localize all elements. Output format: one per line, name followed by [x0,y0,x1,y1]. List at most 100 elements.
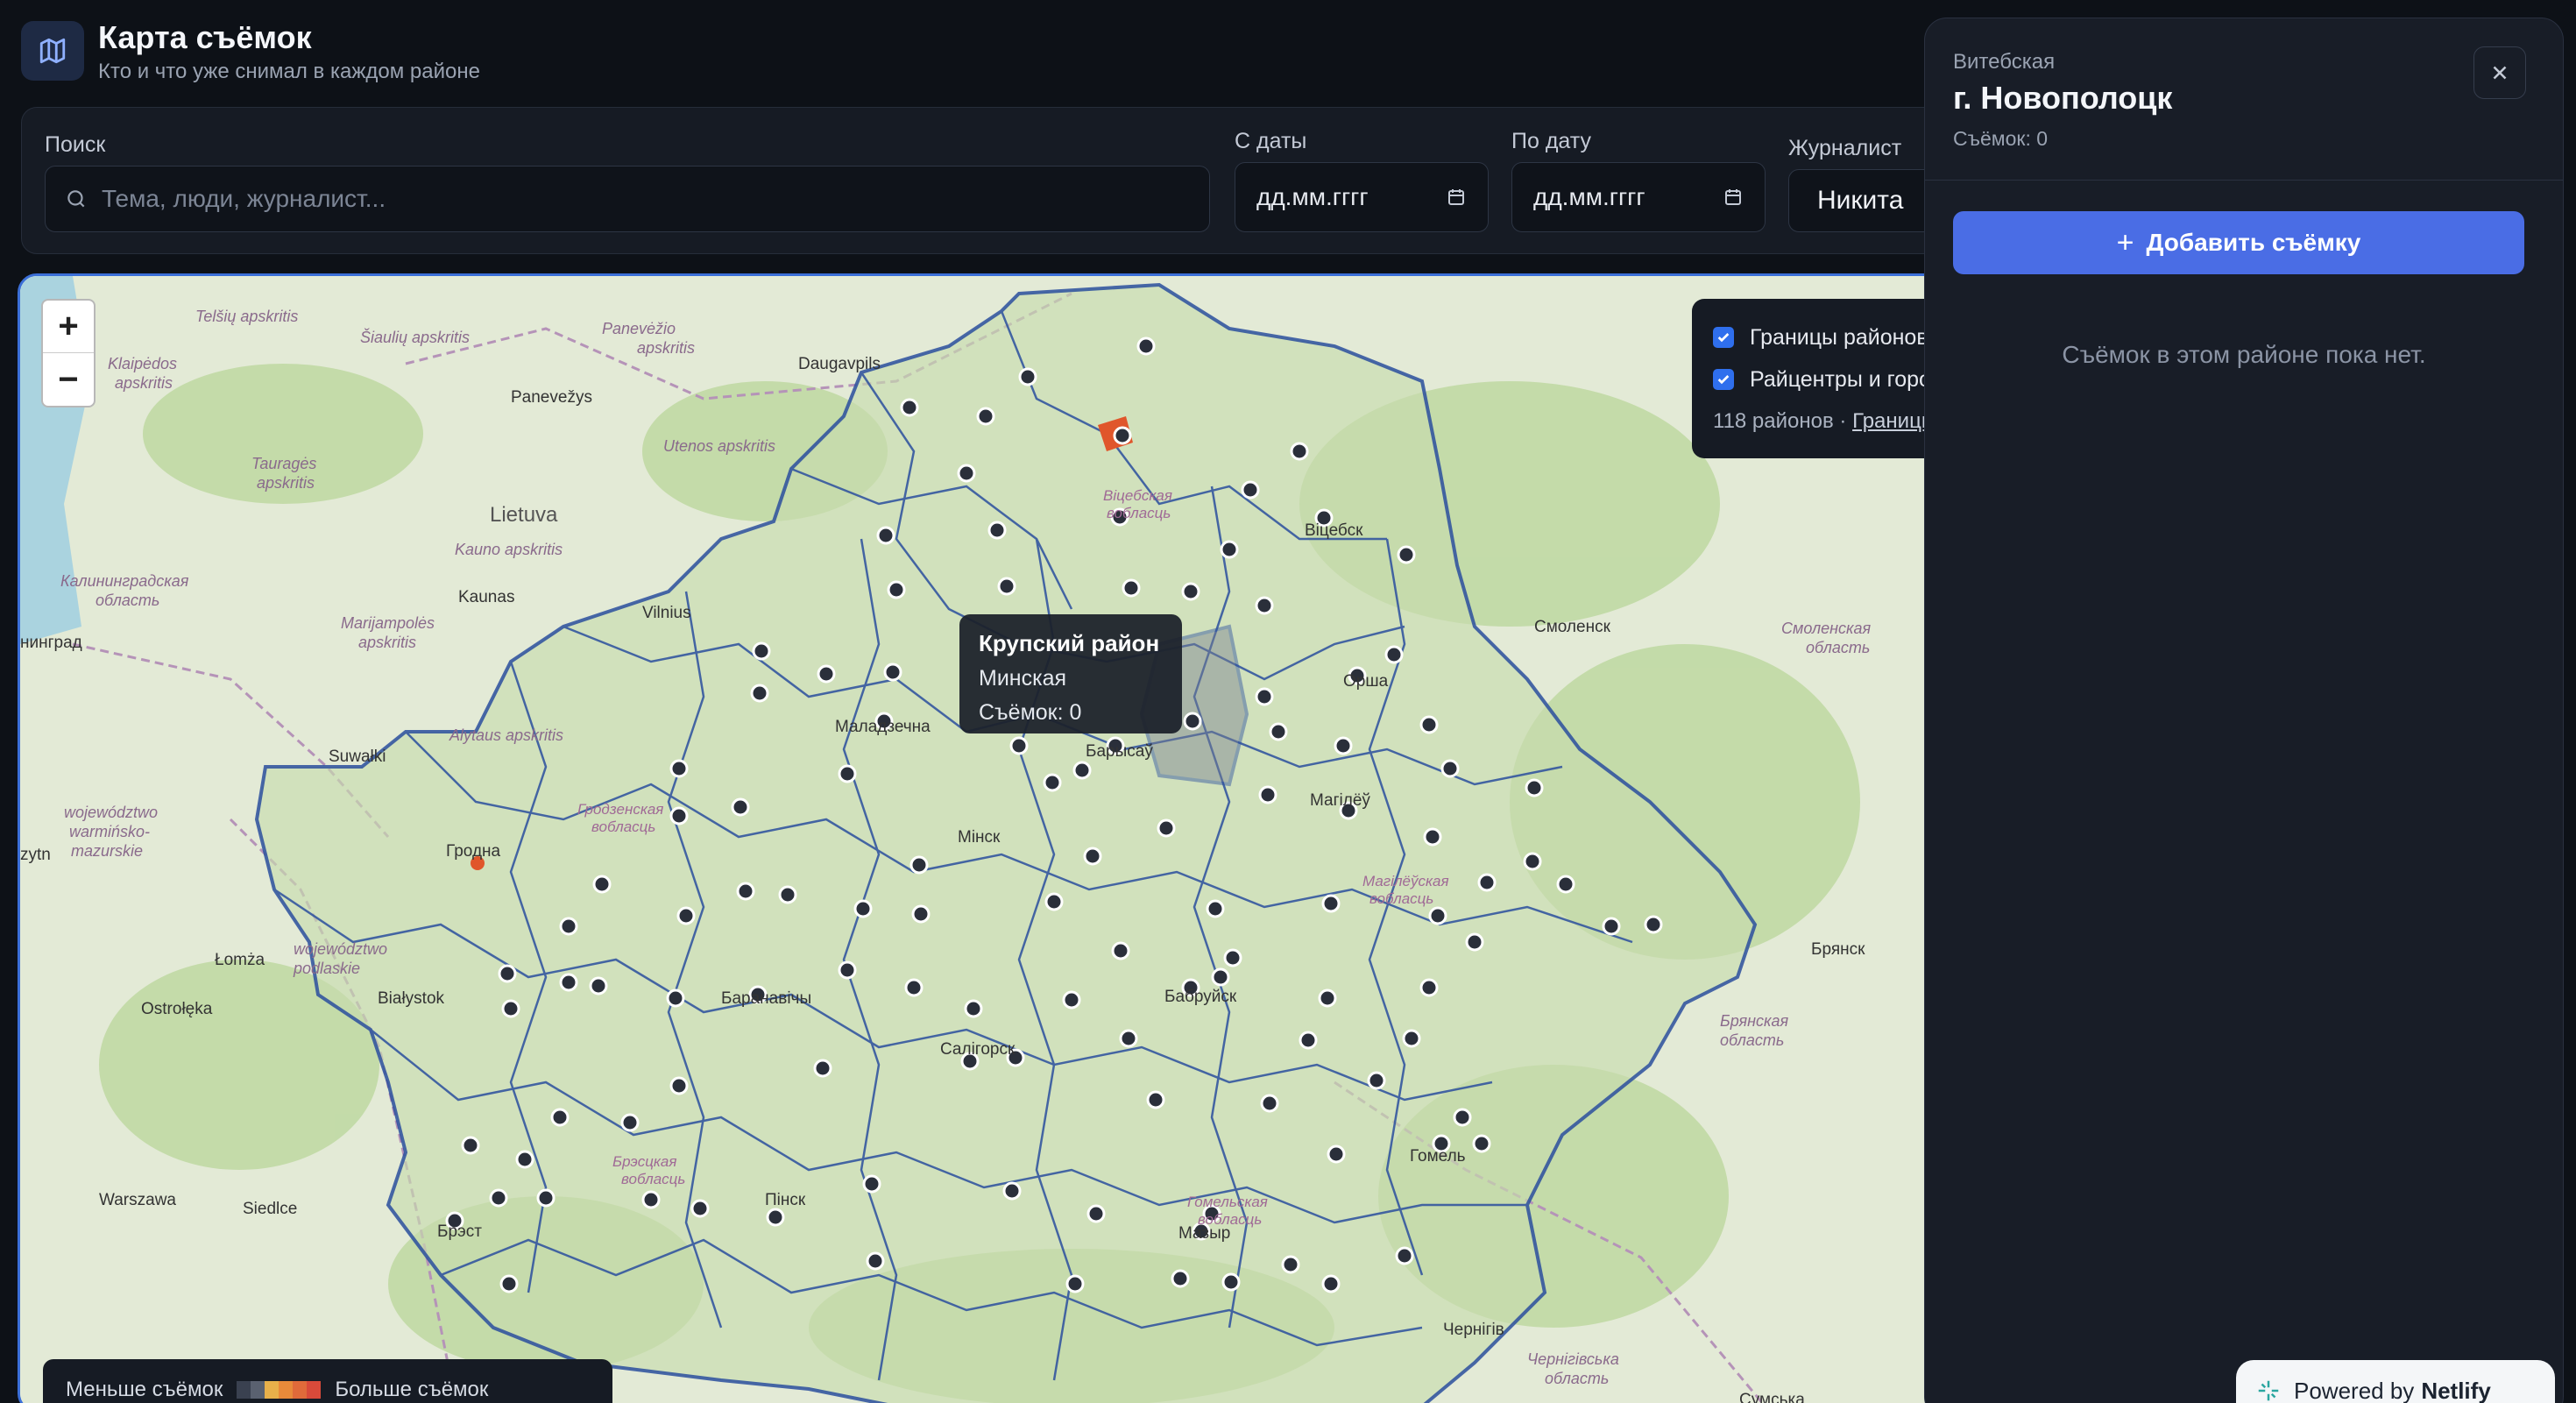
svg-text:Брэст: Брэст [437,1222,482,1241]
svg-text:Lietuva: Lietuva [490,503,558,527]
layers-panel: Границы районов Райцентры и города 118 р… [1692,299,1945,458]
empty-state: Съёмок в этом районе пока нет. [2062,341,2426,368]
svg-text:Баранавічы: Баранавічы [721,989,811,1008]
svg-text:Klaipėdos: Klaipėdos [108,355,177,372]
panel-count: Съёмок: 0 [1953,127,2049,150]
svg-text:Брянск: Брянск [1811,940,1865,959]
svg-text:Alytaus apskritis: Alytaus apskritis [449,726,563,744]
add-shoot-button[interactable]: + Добавить съёмку [1953,211,2524,274]
svg-text:нинград: нинград [20,634,82,652]
svg-text:вобласць: вобласць [1107,505,1171,521]
svg-text:podlaskie: podlaskie [293,960,360,977]
svg-text:Маладзечна: Маладзечна [835,718,931,736]
svg-text:mazurskie: mazurskie [71,842,143,860]
map-canvas[interactable]: Telšių apskritis Šiaulių apskritis Panev… [20,276,1945,1403]
close-icon[interactable] [2488,61,2511,84]
legend-color-ramp [237,1381,322,1399]
svg-text:Гродна: Гродна [446,842,501,861]
close-button[interactable] [2473,46,2526,99]
svg-text:Віцебская: Віцебская [1103,487,1172,504]
panel-divider [1925,180,2563,181]
svg-text:Віцебск: Віцебск [1305,521,1363,540]
filters-panel: Поиск С даты дд.мм.гггг По дату дд.мм.гг… [21,107,1981,254]
zoom-out-button[interactable]: − [43,353,94,406]
map-view[interactable]: Telšių apskritis Šiaulių apskritis Panev… [18,273,1945,1403]
svg-text:Смоленск: Смоленск [1534,618,1611,636]
svg-text:Смоленская: Смоленская [1781,620,1872,637]
checkbox-checked-icon[interactable] [1713,327,1734,348]
journalist-label: Журналист [1788,136,1902,160]
to-date-label: По дату [1511,129,1591,153]
page-title: Карта съёмок [98,19,312,55]
svg-text:Гродзенская: Гродзенская [577,801,663,818]
layer-centers-toggle[interactable]: Райцентры и города [1713,358,1945,400]
svg-text:Мінск: Мінск [958,828,1001,847]
search-box [45,166,1210,232]
district-count: 118 районов · [1713,409,1853,433]
svg-text:Kaunas: Kaunas [458,588,514,606]
from-date-value: дд.мм.гггг [1256,183,1369,210]
layer-centers-label: Райцентры и города [1750,366,1945,392]
svg-text:Utenos apskritis: Utenos apskritis [663,437,775,455]
zoom-in-button[interactable]: + [43,301,94,353]
svg-text:Магілёўская: Магілёўская [1362,873,1449,889]
search-input[interactable] [102,167,1188,231]
map-icon [21,21,84,81]
svg-text:Чернігів: Чернігів [1443,1321,1504,1339]
netlify-logo-icon [2258,1380,2279,1401]
map-legend: Меньше съёмок Больше съёмок [43,1359,612,1403]
from-date-input[interactable]: дд.мм.гггг [1235,162,1489,232]
svg-text:Сумська: Сумська [1739,1391,1805,1403]
svg-text:Tauragės: Tauragės [251,455,316,472]
svg-text:Łomża: Łomża [215,951,265,969]
calendar-icon[interactable] [1446,187,1467,208]
svg-text:Брэсцкая: Брэсцкая [612,1153,676,1170]
svg-text:вобласць: вобласць [621,1171,685,1187]
svg-text:Бабруйск: Бабруйск [1164,988,1237,1006]
svg-text:województwo: województwo [64,804,158,821]
layer-boundaries-toggle[interactable]: Границы районов [1713,316,1943,358]
legend-swatch-4 [293,1381,308,1399]
netlify-badge[interactable]: Powered by Netlify [2236,1360,2555,1403]
to-date-input[interactable]: дд.мм.гггг [1511,162,1766,232]
legend-swatch-0 [237,1381,251,1399]
svg-text:Магілёў: Магілёў [1310,791,1370,810]
district-tooltip: Крупский район Минская Съёмок: 0 [959,614,1182,733]
layer-boundaries-label: Границы районов [1750,324,1928,350]
svg-text:apskritis: apskritis [358,634,416,651]
svg-text:Орша: Орша [1343,672,1389,691]
svg-text:область: область [96,592,159,609]
svg-text:Marijampolės: Marijampolės [341,614,435,632]
svg-text:Siedlce: Siedlce [243,1200,297,1218]
legend-swatch-2 [265,1381,280,1399]
svg-text:Ostrołęka: Ostrołęka [141,1000,213,1018]
svg-text:apskritis: apskritis [637,339,695,357]
svg-text:Šiaulių apskritis: Šiaulių apskritis [360,328,470,346]
svg-text:Kauno apskritis: Kauno apskritis [455,541,563,558]
from-date-label: С даты [1235,129,1307,153]
svg-text:Vilnius: Vilnius [642,604,691,622]
district-panel: Витебская г. Новополоцк Съёмок: 0 + Доба… [1924,18,2564,1403]
svg-text:Telšių apskritis: Telšių apskritis [195,308,298,325]
legend-swatch-1 [251,1381,265,1399]
svg-text:Пінск: Пінск [765,1191,806,1209]
svg-text:Чернігівська: Чернігівська [1527,1350,1619,1368]
search-icon [65,188,88,215]
checkbox-checked-icon[interactable] [1713,369,1734,390]
svg-text:zytn: zytn [20,846,51,864]
to-date-value: дд.мм.гггг [1533,183,1645,210]
page-subtitle: Кто и что уже снимал в каждом районе [98,60,480,83]
svg-text:warmińsko-: warmińsko- [69,823,150,840]
netlify-brand: Netlify [2421,1377,2491,1403]
svg-text:Гомельская: Гомельская [1187,1194,1268,1210]
powered-by-text: Powered by [2294,1377,2415,1403]
calendar-icon[interactable] [1723,187,1744,208]
svg-text:Daugavpils: Daugavpils [798,355,881,373]
add-shoot-label: Добавить съёмку [2146,229,2361,256]
search-label: Поиск [45,132,106,157]
tooltip-count: Съёмок: 0 [979,700,1082,725]
legend-swatch-5 [307,1381,322,1399]
svg-text:область: область [1720,1031,1784,1049]
svg-text:Мазыр: Мазыр [1178,1224,1230,1243]
tooltip-region: Минская [979,666,1067,691]
